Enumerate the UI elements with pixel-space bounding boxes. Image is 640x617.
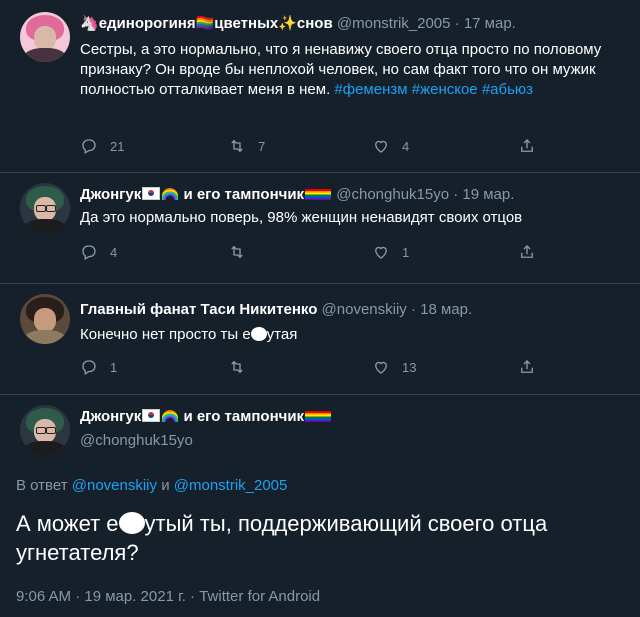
tweet-2[interactable]: Джонгук и его тампончик @chonghuk15yo · … [0, 173, 640, 283]
reply-count: 1 [110, 359, 118, 375]
share-button[interactable] [518, 358, 536, 376]
tweet-3[interactable]: Главный фанат Таси Никитенко @novenskiiy… [0, 284, 640, 394]
reply-button[interactable]: 21 [80, 137, 124, 155]
mention-link[interactable]: @novenskiiy [72, 477, 157, 494]
hashtag-link[interactable]: #женское [412, 81, 478, 98]
retweet-button[interactable] [228, 358, 258, 376]
tweet-meta[interactable]: 9:06 AM · 19 мар. 2021 г. · Twitter for … [16, 588, 320, 605]
avatar[interactable] [20, 294, 70, 344]
tweet-text: Сестры, а это нормально, что я ненавижу … [80, 41, 602, 98]
author-name[interactable]: Джонгук и его тампончик [80, 408, 332, 425]
retweet-icon [231, 360, 243, 374]
share-button[interactable] [518, 137, 536, 155]
mention-link[interactable]: @monstrik_2005 [174, 477, 288, 494]
main-tweet-text: А может е утый ты, поддерживающий своего … [16, 511, 548, 565]
tweet-text: Конечно нет просто ты е утая [80, 326, 298, 343]
author-handle[interactable]: @monstrik_2005 [337, 15, 451, 32]
author-name[interactable]: Джонгук и его тампончик [80, 186, 332, 203]
hashtag-link[interactable]: #фемензм [334, 81, 407, 98]
like-button[interactable]: 13 [372, 358, 416, 376]
like-button[interactable]: 1 [372, 243, 409, 261]
like-icon [375, 246, 387, 259]
censor-blot [250, 327, 267, 341]
share-icon [521, 360, 533, 373]
retweet-icon [231, 139, 243, 153]
like-count: 4 [402, 138, 410, 154]
reply-button[interactable]: 4 [80, 243, 117, 261]
like-button[interactable]: 4 [372, 137, 409, 155]
author-handle[interactable]: @chonghuk15yo [80, 432, 193, 449]
censor-blot [118, 512, 145, 534]
share-icon [521, 139, 533, 152]
tweet-1[interactable]: 🦄единорогиня🏳️‍🌈цветных✨снов @monstrik_2… [0, 0, 640, 172]
reply-icon [82, 245, 96, 260]
retweet-button[interactable]: 7 [228, 137, 265, 155]
retweet-icon [231, 245, 243, 259]
avatar[interactable] [20, 12, 70, 62]
tweet-date[interactable]: · 19 мар. [453, 186, 514, 203]
like-count: 1 [402, 244, 410, 260]
reply-icon [82, 360, 96, 375]
avatar[interactable] [20, 183, 70, 233]
author-handle[interactable]: @novenskiiy [322, 301, 407, 318]
author-handle[interactable]: @chonghuk15yo [336, 186, 449, 203]
share-button[interactable] [518, 243, 536, 261]
reply-count: 4 [110, 244, 118, 260]
like-icon [375, 140, 387, 153]
author-name[interactable]: Главный фанат Таси Никитенко [80, 301, 317, 318]
reply-icon [82, 139, 96, 154]
main-tweet: Джонгук и его тампончик @chonghuk15yo В … [0, 395, 640, 617]
hashtag-link[interactable]: #абьюз [482, 81, 533, 98]
tweet-text: Да это нормально поверь, 98% женщин нена… [80, 209, 523, 226]
avatar[interactable] [20, 405, 70, 455]
like-icon [375, 361, 387, 374]
reply-context: В ответ @novenskiiy и @monstrik_2005 [16, 477, 288, 494]
share-icon [521, 245, 533, 258]
reply-button[interactable]: 1 [80, 358, 117, 376]
retweet-count: 7 [258, 138, 266, 154]
author-name[interactable]: 🦄единорогиня🏳️‍🌈цветных✨снов [80, 15, 333, 32]
like-count: 13 [402, 359, 417, 375]
tweet-date[interactable]: · 18 мар. [411, 301, 472, 318]
reply-count: 21 [110, 138, 125, 154]
retweet-button[interactable] [228, 243, 258, 261]
tweet-date[interactable]: · 17 мар. [455, 15, 516, 32]
